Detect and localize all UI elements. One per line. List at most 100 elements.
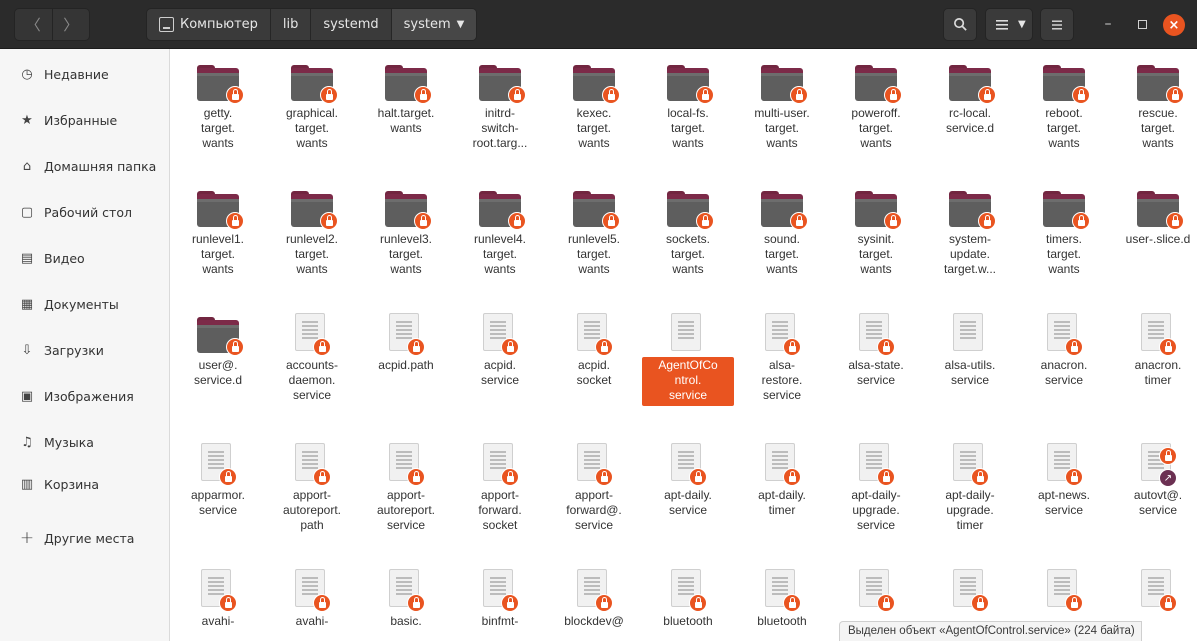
- folder-item[interactable]: graphical. target. wants: [265, 59, 359, 154]
- folder-item[interactable]: sockets. target. wants: [641, 185, 735, 280]
- folder-item[interactable]: rescue. target. wants: [1111, 59, 1197, 154]
- sidebar-item-label: Избранные: [44, 112, 118, 128]
- breadcrumb-1[interactable]: lib: [271, 9, 312, 40]
- folder-item[interactable]: runlevel4. target. wants: [453, 185, 547, 280]
- folder-item[interactable]: sysinit. target. wants: [829, 185, 923, 280]
- folder-icon: [949, 65, 996, 104]
- file-item[interactable]: [1017, 567, 1111, 617]
- file-item[interactable]: apt-daily- upgrade. service: [829, 441, 923, 536]
- file-grid: getty. target. wants graphical. target. w…: [171, 49, 1197, 641]
- file-name-label: acpid.path: [378, 358, 434, 372]
- menu-button[interactable]: [1040, 8, 1074, 41]
- sidebar-item-music[interactable]: ♫ Музыка: [0, 427, 170, 457]
- file-item[interactable]: blockdev@: [547, 567, 641, 632]
- breadcrumb-0[interactable]: Компьютер: [147, 9, 271, 40]
- file-name-label: apport- autoreport. path: [282, 488, 342, 532]
- folder-item[interactable]: sound. target. wants: [735, 185, 829, 280]
- folder-item[interactable]: kexec. target. wants: [547, 59, 641, 154]
- file-item[interactable]: apt-daily. service: [641, 441, 735, 521]
- file-item[interactable]: apt-daily- upgrade. timer: [923, 441, 1017, 536]
- sidebar-item-star[interactable]: ★ Избранные: [0, 105, 170, 135]
- file-item[interactable]: alsa-state. service: [829, 311, 923, 391]
- lock-icon: [1065, 338, 1083, 356]
- file-item[interactable]: anacron. service: [1017, 311, 1111, 391]
- folder-item[interactable]: reboot. target. wants: [1017, 59, 1111, 154]
- file-item[interactable]: ↗ autovt@. service: [1111, 441, 1197, 521]
- file-name-label: timers. target. wants: [1046, 232, 1082, 276]
- folder-item[interactable]: user@. service.d: [171, 311, 265, 391]
- folder-item[interactable]: poweroff. target. wants: [829, 59, 923, 154]
- file-item[interactable]: apt-daily. timer: [735, 441, 829, 521]
- navigation-buttons: 〈 〉: [14, 8, 90, 41]
- sidebar-item-desktop[interactable]: ▢ Рабочий стол: [0, 197, 170, 227]
- file-name-label: runlevel1. target. wants: [191, 232, 245, 276]
- file-item[interactable]: [1111, 567, 1197, 617]
- file-item[interactable]: avahi-: [265, 567, 359, 632]
- folder-item[interactable]: multi-user. target. wants: [735, 59, 829, 154]
- view-options-caret[interactable]: ▼: [1018, 19, 1026, 30]
- sidebar-item-document[interactable]: ▦ Документы: [0, 289, 170, 319]
- close-button[interactable]: ×: [1163, 14, 1185, 36]
- file-item[interactable]: alsa- restore. service: [735, 311, 829, 406]
- sidebar-item-home[interactable]: ⌂ Домашняя папка: [0, 151, 170, 181]
- breadcrumb-2[interactable]: systemd: [311, 9, 392, 40]
- file-item[interactable]: AgentOfCo ntrol. service: [641, 311, 735, 406]
- sidebar-item-label: Видео: [44, 250, 85, 266]
- file-item[interactable]: acpid. service: [453, 311, 547, 391]
- file-item[interactable]: bluetooth: [735, 567, 829, 632]
- sidebar-item-recent[interactable]: ◷ Недавние: [0, 59, 170, 89]
- sidebar-item-video[interactable]: ▤ Видео: [0, 243, 170, 273]
- folder-item[interactable]: system- update. target.w...: [923, 185, 1017, 280]
- path-dropdown-caret[interactable]: ▼: [457, 19, 465, 30]
- view-toggle-button[interactable]: ▼: [985, 8, 1033, 41]
- sidebar-item-download[interactable]: ⇩ Загрузки: [0, 335, 170, 365]
- folder-item[interactable]: rc-local. service.d: [923, 59, 1017, 139]
- sidebar-item-plus[interactable]: + Другие места: [0, 523, 170, 553]
- maximize-button[interactable]: [1130, 12, 1154, 36]
- text-file-icon: [1047, 443, 1083, 486]
- minimize-button[interactable]: –: [1096, 12, 1120, 36]
- folder-item[interactable]: initrd- switch- root.targ...: [453, 59, 547, 154]
- folder-item[interactable]: timers. target. wants: [1017, 185, 1111, 280]
- file-item[interactable]: [923, 567, 1017, 617]
- back-button[interactable]: 〈: [15, 9, 52, 40]
- file-item[interactable]: apparmor. service: [171, 441, 265, 521]
- video-icon: ▤: [20, 250, 34, 266]
- search-button[interactable]: [943, 8, 977, 41]
- maximize-icon: [1137, 19, 1147, 29]
- breadcrumb-3[interactable]: system ▼: [391, 9, 477, 40]
- file-item[interactable]: apport- forward. socket: [453, 441, 547, 536]
- folder-icon: [949, 191, 996, 230]
- file-item[interactable]: apport- autoreport. path: [265, 441, 359, 536]
- forward-button[interactable]: 〉: [51, 9, 90, 40]
- sidebar-item-image[interactable]: ▣ Изображения: [0, 381, 170, 411]
- file-item[interactable]: accounts- daemon. service: [265, 311, 359, 406]
- lock-icon: [1072, 212, 1090, 230]
- sidebar-item-trash[interactable]: ▥ Корзина: [0, 469, 170, 499]
- folder-item[interactable]: runlevel3. target. wants: [359, 185, 453, 280]
- file-item[interactable]: acpid. socket: [547, 311, 641, 391]
- file-name-label: basic.: [390, 614, 422, 628]
- text-file-icon: [1047, 313, 1083, 356]
- folder-item[interactable]: runlevel1. target. wants: [171, 185, 265, 280]
- file-item[interactable]: alsa-utils. service: [923, 311, 1017, 391]
- folder-item[interactable]: runlevel2. target. wants: [265, 185, 359, 280]
- file-item[interactable]: anacron. timer: [1111, 311, 1197, 391]
- lock-icon: [1065, 594, 1083, 612]
- file-item[interactable]: basic.: [359, 567, 453, 632]
- file-item[interactable]: [829, 567, 923, 617]
- file-item[interactable]: avahi-: [171, 567, 265, 632]
- file-name-label: local-fs. target. wants: [667, 106, 709, 150]
- file-item[interactable]: acpid.path: [359, 311, 453, 376]
- folder-item[interactable]: runlevel5. target. wants: [547, 185, 641, 280]
- folder-item[interactable]: halt.target. wants: [359, 59, 453, 139]
- file-item[interactable]: apt-news. service: [1017, 441, 1111, 521]
- folder-item[interactable]: user-.slice.d: [1111, 185, 1197, 250]
- file-item[interactable]: apport- forward@. service: [547, 441, 641, 536]
- file-item[interactable]: binfmt-: [453, 567, 547, 632]
- folder-item[interactable]: local-fs. target. wants: [641, 59, 735, 154]
- file-item[interactable]: apport- autoreport. service: [359, 441, 453, 536]
- file-item[interactable]: bluetooth: [641, 567, 735, 632]
- text-file-icon: [953, 443, 989, 486]
- folder-item[interactable]: getty. target. wants: [171, 59, 265, 154]
